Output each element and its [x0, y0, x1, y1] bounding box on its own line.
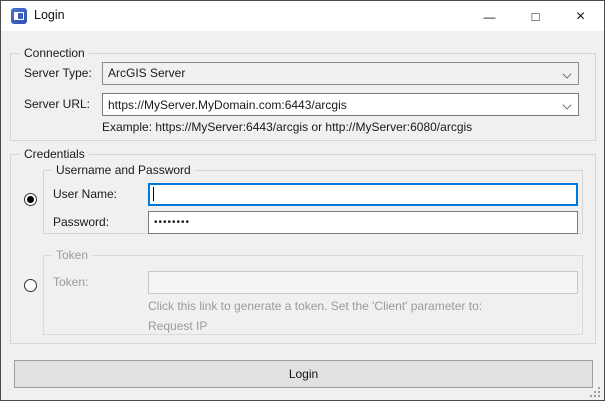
server-type-value: ArcGIS Server: [108, 66, 185, 80]
server-url-input[interactable]: [102, 93, 579, 116]
request-ip-link[interactable]: Request IP: [148, 319, 207, 333]
login-button-label: Login: [289, 367, 318, 381]
token-label: Token:: [53, 275, 88, 289]
server-url-example: Example: https://MyServer:6443/arcgis or…: [102, 120, 472, 134]
connection-group-label: Connection: [20, 46, 89, 60]
maximize-button[interactable]: □: [513, 2, 558, 31]
user-name-label: User Name:: [53, 187, 117, 201]
server-type-dropdown[interactable]: ArcGIS Server: [102, 62, 579, 85]
server-type-label: Server Type:: [24, 66, 92, 80]
token-input: [148, 271, 578, 294]
token-group-label: Token: [52, 248, 92, 262]
minimize-button[interactable]: —: [467, 2, 512, 31]
close-icon: ×: [576, 8, 585, 26]
resize-grip[interactable]: [598, 395, 600, 397]
password-label: Password:: [53, 215, 109, 229]
token-group: Token Token: Click this link to generate…: [43, 255, 583, 335]
maximize-icon: □: [532, 9, 540, 24]
credentials-group: Credentials Username and Password User N…: [10, 154, 596, 344]
token-help-text: Click this link to generate a token. Set…: [148, 299, 482, 313]
username-password-group-label: Username and Password: [52, 163, 195, 177]
login-dialog: Login — □ × Connection Server Type: ArcG…: [0, 0, 605, 401]
connection-group: Connection Server Type: ArcGIS Server Se…: [10, 53, 596, 141]
server-url-label: Server URL:: [24, 97, 90, 111]
username-password-radio[interactable]: [24, 193, 37, 206]
window-title: Login: [34, 8, 65, 22]
text-caret: [153, 187, 154, 201]
token-radio[interactable]: [24, 279, 37, 292]
user-name-input[interactable]: [148, 183, 578, 206]
login-button[interactable]: Login: [14, 360, 593, 388]
username-password-group: Username and Password User Name: Passwor…: [43, 170, 583, 234]
app-window-icon: [11, 8, 27, 24]
close-button[interactable]: ×: [558, 2, 603, 31]
credentials-group-label: Credentials: [20, 147, 89, 161]
minimize-icon: —: [484, 10, 496, 24]
password-input[interactable]: [148, 211, 578, 234]
title-bar[interactable]: Login — □ ×: [1, 1, 604, 31]
